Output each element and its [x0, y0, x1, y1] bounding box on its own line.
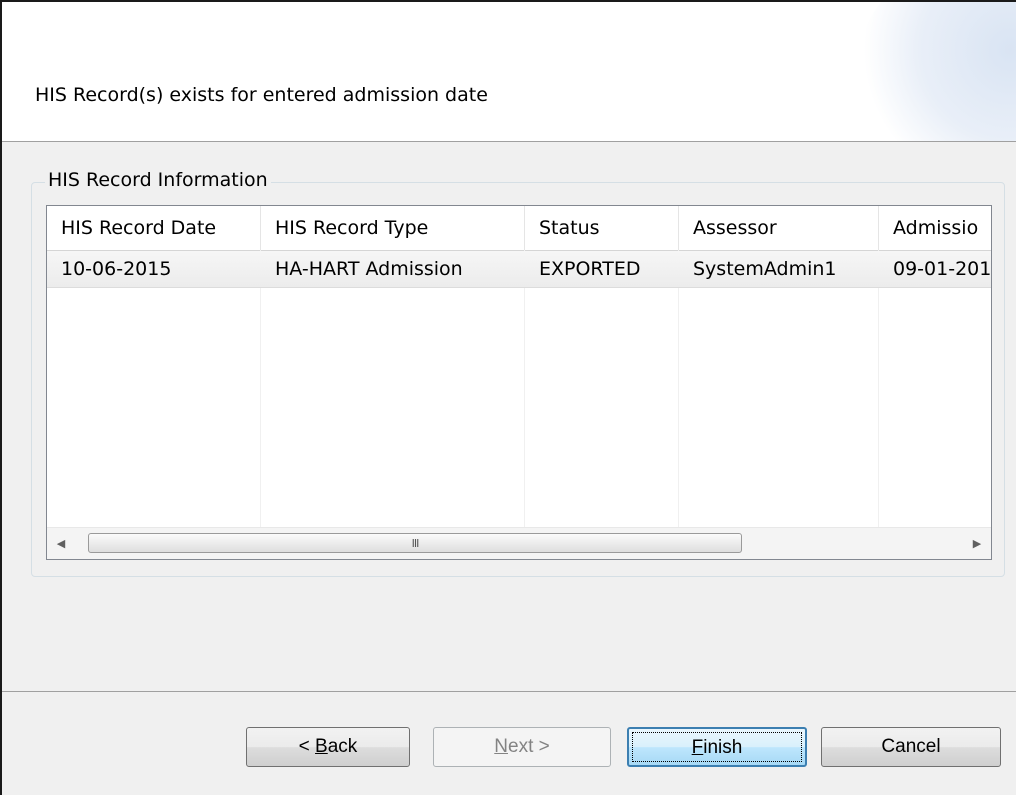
table-row[interactable]: 10-06-2015 HA-HART Admission EXPORTED Sy…	[47, 251, 991, 288]
next-button-label: ext >	[508, 736, 550, 757]
cell-admission: 09-01-201	[893, 258, 991, 280]
wizard-footer: < Back Next > Finish Cancel	[2, 692, 1016, 795]
horizontal-scrollbar[interactable]: ◀ III ▶	[47, 527, 991, 559]
finish-button[interactable]: Finish	[627, 727, 807, 767]
column-divider	[524, 250, 525, 528]
column-divider	[260, 250, 261, 528]
scrollbar-thumb[interactable]: III	[88, 533, 742, 553]
scrollbar-grip-icon: III	[411, 537, 420, 550]
cancel-button[interactable]: Cancel	[821, 727, 1001, 767]
scroll-right-icon[interactable]: ▶	[963, 528, 991, 559]
column-header-status[interactable]: Status	[525, 206, 679, 250]
column-divider	[678, 250, 679, 528]
column-divider	[878, 250, 879, 528]
cell-assessor: SystemAdmin1	[693, 258, 837, 280]
page-title: HIS Record(s) exists for entered admissi…	[35, 84, 488, 106]
wizard-header: HIS Record(s) exists for entered admissi…	[2, 2, 1016, 142]
cell-his-record-type: HA-HART Admission	[275, 258, 463, 280]
scroll-left-icon[interactable]: ◀	[47, 528, 75, 559]
next-button[interactable]: Next >	[433, 727, 611, 767]
cell-his-record-date: 10-06-2015	[61, 258, 172, 280]
back-button-label: ack	[327, 736, 358, 757]
back-button-accel: B	[315, 736, 328, 757]
cell-status: EXPORTED	[539, 258, 641, 280]
next-button-accel: N	[494, 736, 508, 757]
his-record-table[interactable]: HIS Record Date HIS Record Type Status A…	[46, 205, 992, 560]
back-button[interactable]: < Back	[246, 727, 410, 767]
column-header-admission[interactable]: Admissio	[879, 206, 991, 250]
header-decoration	[856, 2, 1016, 142]
focus-rectangle	[632, 732, 802, 762]
back-button-prefix: <	[298, 736, 316, 757]
column-header-his-record-date[interactable]: HIS Record Date	[47, 206, 261, 250]
column-header-his-record-type[interactable]: HIS Record Type	[261, 206, 525, 250]
column-header-assessor[interactable]: Assessor	[679, 206, 879, 250]
groupbox-legend: HIS Record Information	[45, 169, 271, 191]
wizard-body: HIS Record Information HIS Record Date H…	[2, 142, 1016, 691]
table-header: HIS Record Date HIS Record Type Status A…	[47, 206, 991, 251]
